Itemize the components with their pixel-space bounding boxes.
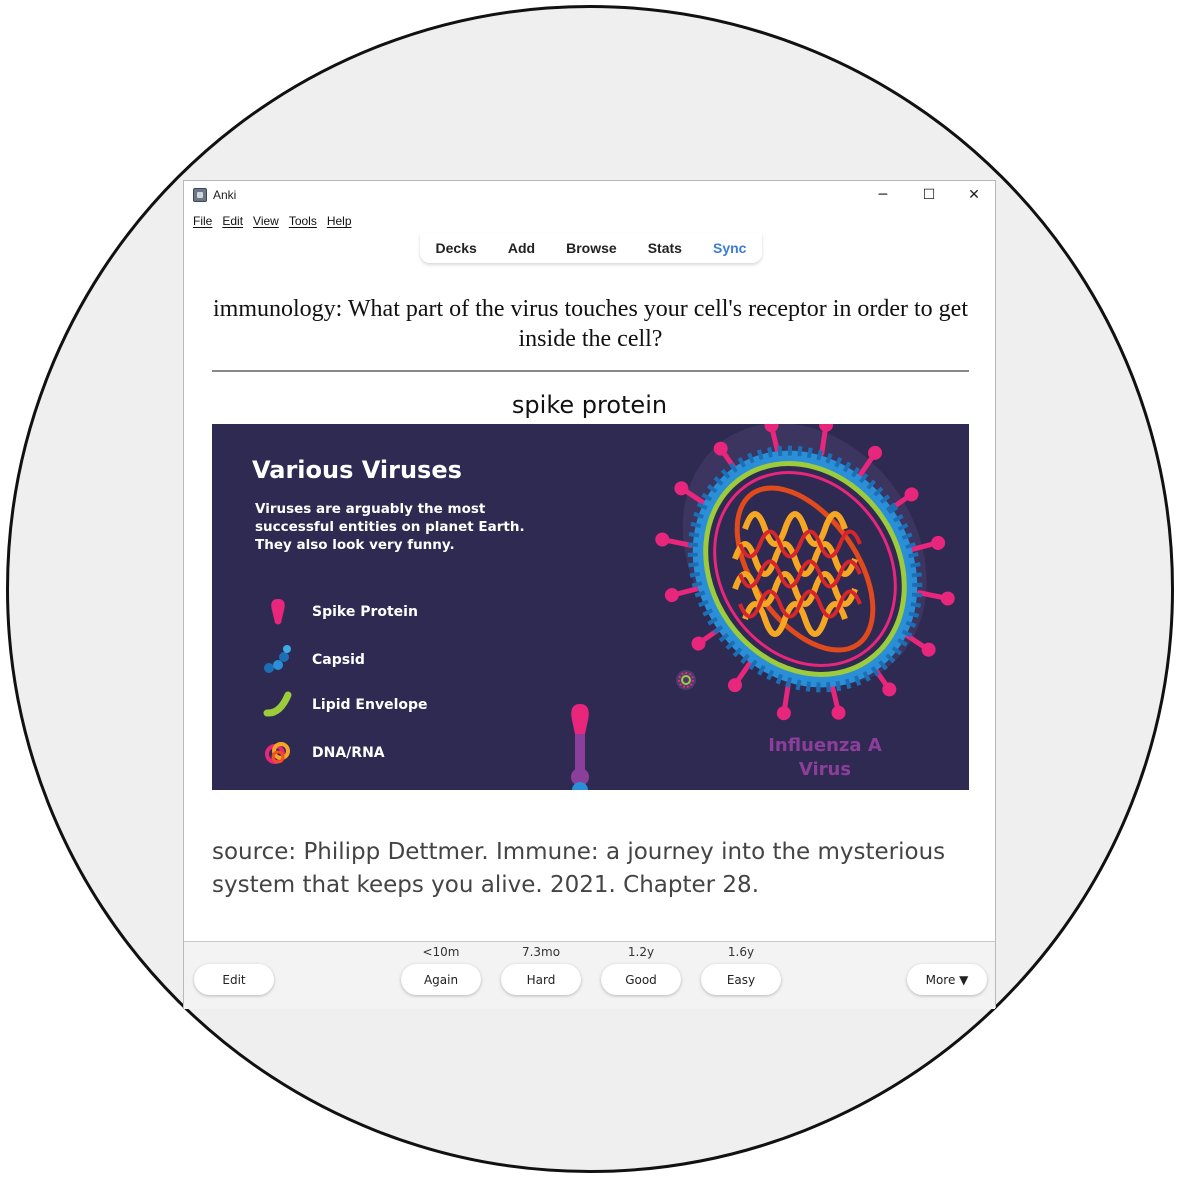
more-button[interactable]: More ▼: [907, 964, 987, 995]
review-bottom-bar: Edit <10m Again 7.3mo Hard 1.2y Good 1.6…: [184, 941, 995, 1009]
hard-interval: 7.3mo: [521, 945, 561, 959]
easy-button[interactable]: Easy: [701, 964, 781, 995]
good-button[interactable]: Good: [601, 964, 681, 995]
menu-tools[interactable]: Tools: [289, 214, 317, 228]
card-question: immunology: What part of the virus touch…: [212, 296, 968, 352]
again-button[interactable]: Again: [401, 964, 481, 995]
menu-view[interactable]: View: [253, 214, 279, 228]
good-interval: 1.2y: [627, 945, 655, 959]
close-icon[interactable]: ✕: [951, 181, 997, 209]
easy-interval: 1.6y: [727, 945, 755, 959]
decks-link[interactable]: Decks: [436, 240, 477, 256]
main-toolbar: Decks Add Browse Stats Sync: [420, 233, 762, 263]
hard-button[interactable]: Hard: [501, 964, 581, 995]
maximize-icon[interactable]: ☐: [906, 181, 952, 209]
anki-app-icon: [193, 188, 207, 202]
title-bar: Anki ─ ☐ ✕: [184, 181, 995, 209]
minimize-icon[interactable]: ─: [860, 181, 906, 209]
again-interval: <10m: [422, 945, 460, 959]
card-source: source: Philipp Dettmer. Immune: a journ…: [212, 839, 946, 898]
edit-button[interactable]: Edit: [194, 964, 274, 995]
window-title: Anki: [213, 188, 237, 202]
menu-bar: File Edit View Tools Help: [193, 214, 352, 228]
sync-link[interactable]: Sync: [713, 240, 746, 256]
menu-help[interactable]: Help: [327, 214, 352, 228]
answer-divider: [212, 370, 969, 372]
menu-file[interactable]: File: [193, 214, 212, 228]
add-link[interactable]: Add: [508, 240, 535, 256]
influenza-label: Influenza A Virus: [768, 735, 882, 780]
browse-link[interactable]: Browse: [566, 240, 617, 256]
anki-window: Anki ─ ☐ ✕ File Edit View Tools Help Dec…: [183, 180, 996, 1009]
card-image: Various Viruses Viruses are arguably the…: [212, 424, 969, 790]
stats-link[interactable]: Stats: [648, 240, 682, 256]
card-answer: spike protein: [511, 391, 668, 419]
menu-edit[interactable]: Edit: [222, 214, 243, 228]
